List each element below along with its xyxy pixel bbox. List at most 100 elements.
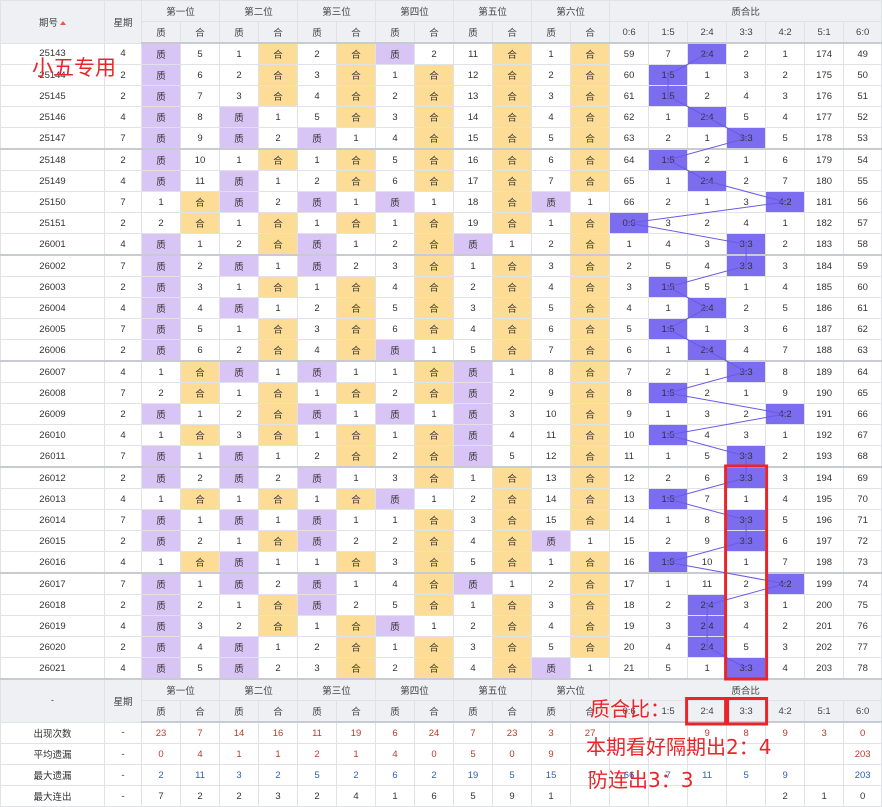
he-miss-cell: 1 — [336, 191, 377, 213]
ratio-hit-cell: 2:4 — [687, 170, 728, 192]
he-hit-cell: 合 — [570, 85, 611, 107]
position-header: 第五位 — [453, 0, 533, 22]
summary-label: 最大连出 — [0, 785, 105, 807]
ratio-miss-cell: 187 — [804, 318, 845, 340]
issue-cell: 26001 — [0, 233, 105, 256]
ratio-miss-cell: 61 — [609, 85, 650, 107]
position-header: 第二位 — [219, 0, 299, 22]
zhi-miss-cell: 4 — [453, 318, 494, 340]
ratio-miss-cell: 4 — [687, 424, 728, 446]
zhi-miss-cell: 9 — [531, 382, 572, 404]
ratio-miss-cell: 3 — [687, 233, 728, 256]
he-hit-cell: 合 — [570, 339, 611, 362]
summary-value: 4 — [336, 785, 377, 807]
he-miss-cell: 1 — [414, 403, 455, 425]
he-miss-cell: 2 — [258, 127, 299, 150]
zhi-hit-cell: 质 — [375, 403, 416, 425]
ratio-miss-cell: 7 — [687, 488, 728, 510]
table-row: 26020 2 质 4 质 1 2 合 1 合 3 合 5 合 20 4 2:4 5 3 202 77 — [0, 636, 882, 658]
zhi-miss-cell: 2 — [219, 233, 260, 256]
he-miss-cell: 1 — [570, 191, 611, 213]
he-hit-cell: 合 — [258, 424, 299, 446]
zhi-hit-cell: 质 — [375, 42, 416, 65]
ratio-miss-cell: 16 — [609, 551, 650, 574]
weekday-cell: 2 — [104, 85, 142, 107]
zhi-miss-cell: 5 — [375, 148, 416, 171]
position-header: 第四位 — [375, 0, 455, 22]
he-hit-cell: 合 — [336, 106, 377, 128]
zhi-miss-cell: 16 — [453, 148, 494, 171]
he-hit-cell: 合 — [414, 254, 455, 277]
zhi-miss-cell: 12 — [531, 445, 572, 468]
zhi-hit-cell: 质 — [297, 530, 338, 552]
zhi-hit-cell: 质 — [141, 42, 181, 65]
zhi-miss-cell: 1 — [531, 42, 572, 65]
table-row: 26003 2 质 3 1 合 1 合 4 合 2 合 4 合 3 1:5 5 1 4 185 60 — [0, 276, 882, 298]
ratio-miss-cell: 57 — [843, 212, 882, 234]
footer-issue-header: - — [0, 678, 105, 723]
ratio-miss-cell: 3 — [726, 424, 767, 446]
zhi-hit-cell: 质 — [531, 657, 572, 680]
ratio-miss-cell: 1 — [726, 148, 767, 171]
ratio-miss-cell: 2 — [648, 594, 689, 616]
issue-cell: 26012 — [0, 466, 105, 489]
ratio-miss-cell: 63 — [843, 339, 882, 362]
he-miss-cell: 1 — [336, 127, 377, 150]
summary-value: 1 — [804, 785, 845, 807]
he-miss-cell: 1 — [336, 233, 377, 256]
summary-value: 5 — [726, 764, 767, 786]
zhi-miss-cell: 2 — [531, 233, 572, 256]
ratio-miss-cell: 3 — [726, 594, 767, 616]
table-row: 26001 4 质 1 2 合质 1 2 合质 1 2 合 1 4 3 3:3 2 183 58 — [0, 233, 882, 256]
he-subheader: 合 — [492, 700, 533, 723]
ratio-miss-cell: 49 — [843, 42, 882, 65]
weekday-cell: 4 — [104, 297, 142, 319]
he-hit-cell: 合 — [414, 170, 455, 192]
zhi-miss-cell: 6 — [531, 318, 572, 340]
he-miss-cell: 1 — [258, 636, 299, 658]
ratio-miss-cell: 197 — [804, 530, 845, 552]
ratio-hit-cell: 1:5 — [648, 64, 689, 86]
zhi-hit-cell: 质 — [141, 233, 181, 256]
summary-value: 19 — [336, 721, 377, 744]
zhi-hit-cell: 质 — [531, 530, 572, 552]
he-miss-cell: 2 — [179, 466, 221, 489]
he-miss-cell: 1 — [258, 106, 299, 128]
note-backup: 防连出3：3 — [588, 768, 694, 792]
ratio-miss-cell: 1 — [648, 403, 689, 425]
issue-header-label: 期号 — [38, 17, 58, 29]
ratio-miss-cell: 5 — [687, 276, 728, 298]
ratio-miss-cell: 196 — [804, 509, 845, 531]
summary-value: 3 — [258, 785, 299, 807]
he-miss-cell: 1 — [336, 509, 377, 531]
ratio-miss-cell: 68 — [843, 445, 882, 468]
he-hit-cell: 合 — [570, 106, 611, 128]
zhi-miss-cell: 4 — [531, 276, 572, 298]
issue-cell: 26004 — [0, 297, 105, 319]
sort-up-icon[interactable] — [60, 21, 66, 26]
zhi-miss-cell: 2 — [453, 276, 494, 298]
zhi-miss-cell: 1 — [219, 594, 260, 616]
ratio-miss-cell: 69 — [843, 466, 882, 489]
summary-row: 最大连出-722324165912100 — [0, 785, 882, 807]
he-hit-cell: 合 — [492, 339, 533, 362]
ratio-miss-cell: 2 — [687, 85, 728, 107]
ratio-miss-cell: 174 — [804, 42, 845, 65]
he-hit-cell: 合 — [414, 276, 455, 298]
ratio-miss-cell: 9 — [687, 530, 728, 552]
ratio-miss-cell: 1 — [687, 191, 728, 213]
he-hit-cell: 合 — [492, 318, 533, 340]
zhi-miss-cell: 1 — [297, 148, 338, 171]
he-miss-cell: 1 — [258, 254, 299, 277]
ratio-hit-cell: 1:5 — [648, 424, 689, 446]
he-subheader: 合 — [570, 21, 611, 44]
issue-header[interactable]: 期号 — [0, 0, 105, 44]
he-hit-cell: 合 — [570, 42, 611, 65]
zhi-miss-cell: 6 — [375, 318, 416, 340]
he-hit-cell: 合 — [414, 382, 455, 404]
ratio-miss-cell: 1 — [648, 509, 689, 531]
ratio-miss-cell: 72 — [843, 530, 882, 552]
issue-cell: 26005 — [0, 318, 105, 340]
he-hit-cell: 合 — [414, 466, 455, 489]
he-hit-cell: 合 — [414, 212, 455, 234]
